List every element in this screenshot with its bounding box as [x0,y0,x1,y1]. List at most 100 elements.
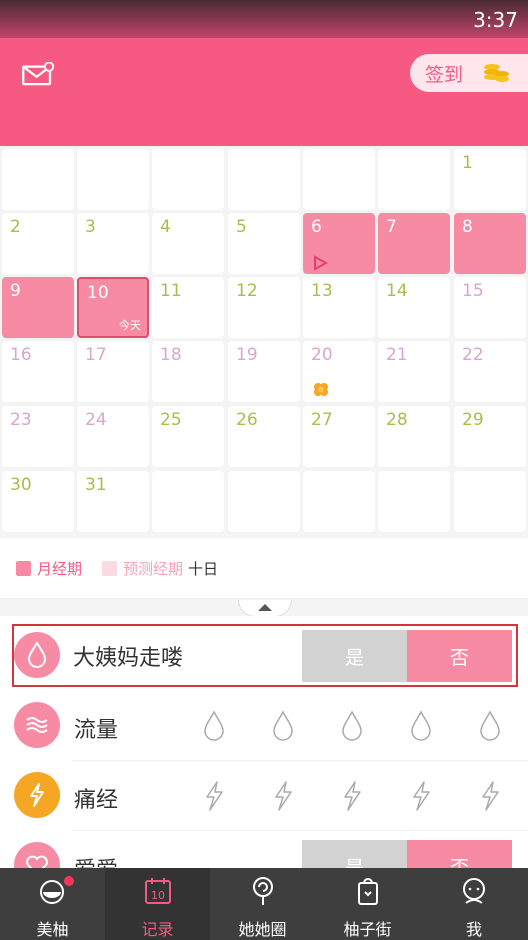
day-number: 5 [236,217,247,237]
calendar-grid: 1 2 3 4 5 6 7 8 9 10 今天 11 12 13 14 15 16 17 18 19 20 21 22 23 2… [0,146,528,538]
calendar-day-22[interactable]: 22 [454,341,526,402]
calendar-day-28[interactable]: 28 [378,406,450,467]
calendar-day-5[interactable]: 5 [228,213,300,274]
lightning-icon[interactable] [271,780,295,812]
calendar-day-empty [303,149,375,210]
tab-label: 她她圈 [238,920,287,939]
calendar-day-27[interactable]: 27 [303,406,375,467]
day-number: 31 [85,475,107,495]
calendar-day-8[interactable]: 8 [454,213,526,274]
drop-icon[interactable] [409,710,433,742]
calendar-day-14[interactable]: 14 [378,277,450,338]
calendar-day-23[interactable]: 23 [2,406,74,467]
legend: 月经期 预测经期 十日 [0,538,528,599]
day-number: 13 [311,281,333,301]
day-number: 27 [311,410,333,430]
record-label: 流量 [74,718,119,743]
day-number: 12 [236,281,258,301]
calendar-day-24[interactable]: 24 [77,406,149,467]
drop-icon[interactable] [202,710,226,742]
calendar-day-31[interactable]: 31 [77,471,149,532]
calendar-day-10[interactable]: 10 今天 [77,277,149,338]
calendar-day-12[interactable]: 12 [228,277,300,338]
calendar-day-29[interactable]: 29 [454,406,526,467]
bottom-tab-bar: 美柚 10 记录 她她圈 柚子街 我 [0,868,528,940]
day-number: 22 [462,345,484,365]
calendar-day-4[interactable]: 4 [152,213,224,274]
day-number: 20 [311,345,333,365]
lightning-icon[interactable] [340,780,364,812]
record-label: 大姨妈走喽 [73,646,184,671]
calendar-day-25[interactable]: 25 [152,406,224,467]
calendar-day-13[interactable]: 13 [303,277,375,338]
waves-icon [14,702,60,748]
day-number: 29 [462,410,484,430]
calendar-day-empty [378,149,450,210]
day-number: 17 [85,345,107,365]
day-number: 18 [160,345,182,365]
tab-me[interactable]: 我 [420,868,528,940]
divider [72,760,528,761]
calendar-icon: 10 [144,878,171,904]
day-number: 16 [10,345,32,365]
signin-button[interactable]: 签到 [410,54,528,92]
day-number: 19 [236,345,258,365]
calendar-day-1[interactable]: 1 [454,149,526,210]
calendar-day-20[interactable]: 20 [303,341,375,402]
calendar-day-6[interactable]: 6 [303,213,375,274]
svg-text:10: 10 [151,889,165,902]
collapse-handle[interactable] [238,600,292,617]
day-number: 1 [462,153,473,173]
calendar-day-11[interactable]: 11 [152,277,224,338]
lightning-icon[interactable] [478,780,502,812]
profile-icon [463,878,485,904]
day-number: 26 [236,410,258,430]
toggle-no[interactable]: 否 [407,630,512,682]
day-number: 14 [386,281,408,301]
day-number: 2 [10,217,21,237]
legend-predicted: 预测经期 十日 [102,558,218,579]
calendar-day-empty [378,471,450,532]
tab-circle[interactable]: 她她圈 [210,868,315,940]
drop-icon[interactable] [340,710,364,742]
calendar-day-2[interactable]: 2 [2,213,74,274]
today-label: 今天 [119,319,141,332]
calendar-day-empty [228,471,300,532]
lightning-icon[interactable] [409,780,433,812]
day-number: 8 [462,217,473,237]
calendar-day-empty [228,149,300,210]
calendar-day-16[interactable]: 16 [2,341,74,402]
lightning-icon[interactable] [202,780,226,812]
calendar-day-3[interactable]: 3 [77,213,149,274]
bag-icon [357,878,378,905]
calendar-day-17[interactable]: 17 [77,341,149,402]
day-number: 9 [10,281,21,301]
drop-icon[interactable] [271,710,295,742]
legend-ovulation-label: 十日 [188,560,219,578]
calendar-day-7[interactable]: 7 [378,213,450,274]
period-start-icon [314,255,328,271]
toggle-yes[interactable]: 是 [302,630,407,682]
day-number: 21 [386,345,408,365]
mail-icon[interactable] [22,62,54,86]
calendar-day-empty [152,471,224,532]
ovulation-flower-icon [314,383,328,396]
tab-record[interactable]: 10 记录 [105,868,210,940]
status-time: 3:37 [473,8,518,32]
cramps-options [202,780,528,812]
tab-shop[interactable]: 柚子街 [315,868,420,940]
tab-meiyou[interactable]: 美柚 [0,868,105,940]
day-number: 24 [85,410,107,430]
calendar-day-empty [454,471,526,532]
calendar-day-18[interactable]: 18 [152,341,224,402]
calendar-day-15[interactable]: 15 [454,277,526,338]
legend-predicted-swatch [102,561,117,576]
calendar-day-19[interactable]: 19 [228,341,300,402]
calendar-day-30[interactable]: 30 [2,471,74,532]
legend-period-swatch [16,561,31,576]
drop-icon[interactable] [478,710,502,742]
calendar-day-26[interactable]: 26 [228,406,300,467]
record-row-cramps: 痛经 [0,762,528,832]
calendar-day-9[interactable]: 9 [2,277,74,338]
calendar-day-21[interactable]: 21 [378,341,450,402]
